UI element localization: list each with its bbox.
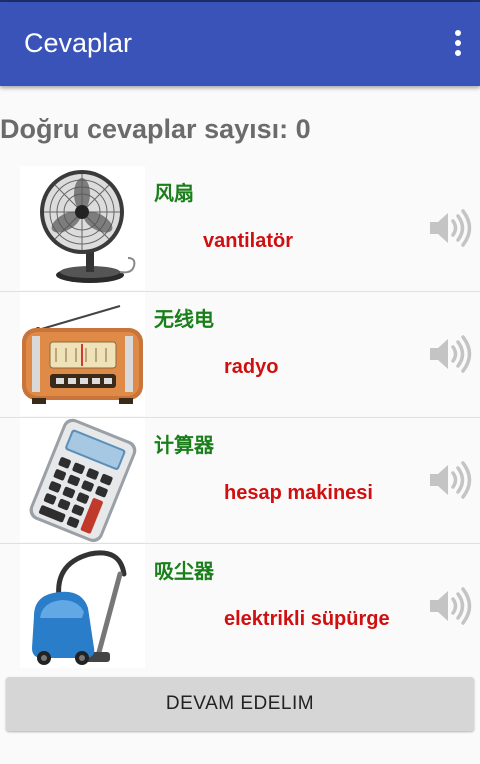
native-word: 无线电	[154, 307, 214, 331]
vacuum-cleaner-icon	[20, 544, 145, 668]
translation-word: elektrikli süpürge	[224, 608, 390, 630]
answer-row: 无线电 radyo	[0, 291, 480, 418]
speaker-icon[interactable]	[428, 587, 472, 625]
speaker-icon[interactable]	[428, 461, 472, 499]
translation-word: vantilatör	[203, 230, 294, 252]
more-vert-icon[interactable]	[452, 30, 464, 58]
answer-row: 计算器 hesap makinesi	[0, 417, 480, 544]
native-word: 吸尘器	[154, 559, 214, 583]
app-title: Cevaplar	[24, 28, 133, 58]
answer-row: 风扇 vantilatör	[0, 165, 480, 292]
native-word: 计算器	[154, 433, 214, 457]
continue-button[interactable]: DEVAM EDELIM	[6, 677, 474, 731]
speaker-icon[interactable]	[428, 335, 472, 373]
calculator-icon	[20, 418, 145, 542]
fan-icon	[20, 166, 145, 290]
correct-answers-count: Doğru cevaplar sayısı: 0	[0, 114, 311, 144]
radio-icon	[20, 292, 145, 416]
app-bar: Cevaplar	[0, 2, 480, 86]
speaker-icon[interactable]	[428, 209, 472, 247]
native-word: 风扇	[154, 181, 194, 205]
translation-word: hesap makinesi	[224, 482, 373, 504]
translation-word: radyo	[224, 356, 279, 378]
answer-row: 吸尘器 elektrikli süpürge	[0, 543, 480, 669]
